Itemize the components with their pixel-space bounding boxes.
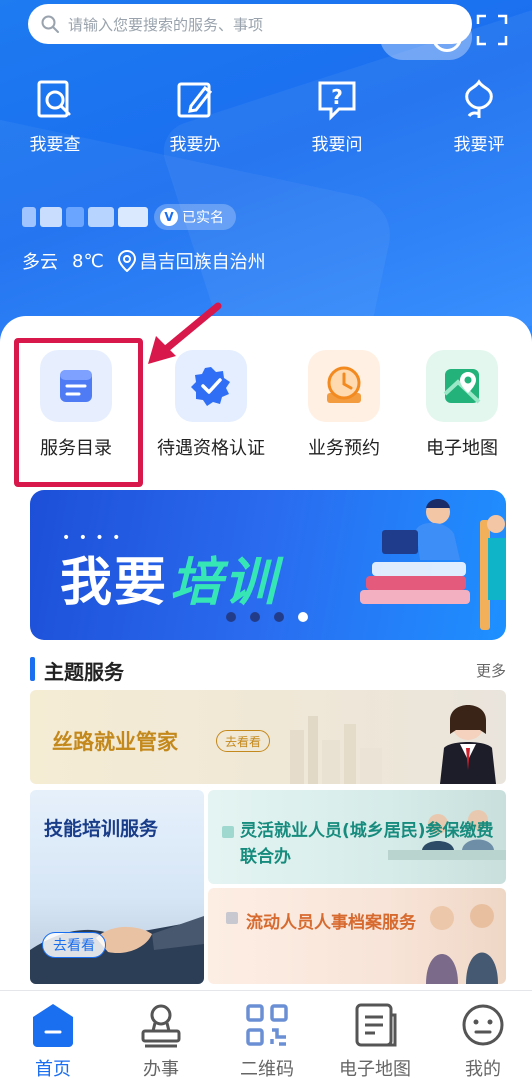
tab-mine[interactable]: 我的	[438, 1001, 528, 1081]
stamp-icon	[141, 1004, 181, 1048]
smile-icon	[462, 1004, 504, 1046]
theme-card-silk-road[interactable]: 丝路就业管家 去看看	[30, 690, 506, 784]
svg-text:?: ?	[331, 85, 343, 109]
banner-title-white: 我要	[60, 553, 169, 613]
bottom-tab-bar: 首页 办事 二维码 电子地图 我的	[0, 990, 532, 1090]
quick-action-ask[interactable]: ? 我要问	[292, 78, 382, 155]
verified-icon: V	[160, 208, 178, 226]
service-label: 电子地图	[426, 438, 498, 459]
search-placeholder: 请输入您要搜索的服务、事项	[68, 15, 264, 34]
flower-icon	[465, 79, 493, 118]
tab-services[interactable]: 办事	[116, 1001, 206, 1081]
clock-icon-box	[308, 350, 380, 422]
theme-card-title: 丝路就业管家	[52, 730, 178, 754]
section-accent-bar	[30, 657, 35, 681]
tab-qrcode[interactable]: 二维码	[222, 1001, 312, 1081]
clock-icon	[327, 366, 361, 403]
verified-badge: V 已实名	[154, 204, 236, 230]
more-link[interactable]: 更多	[476, 660, 506, 681]
question-icon: ?	[318, 81, 356, 121]
weather-info: 多云 8℃ 昌吉回族自治州	[22, 248, 266, 274]
edit-doc-icon	[177, 82, 213, 118]
pagination-dot[interactable]	[274, 612, 284, 622]
mini-program-capsule[interactable]	[380, 14, 472, 60]
quick-actions: 我要查 我要办 ? 我要问 我要评	[0, 78, 532, 158]
tab-label: 首页	[35, 1059, 71, 1080]
location-label: 昌吉回族自治州	[139, 252, 266, 273]
theme-card-title: 流动人员人事档案服务	[246, 913, 416, 933]
tab-label: 我的	[465, 1059, 501, 1080]
verified-label: 已实名	[182, 210, 224, 226]
layers-icon	[226, 912, 238, 924]
map-icon	[443, 369, 481, 404]
close-target-icon[interactable]	[432, 22, 462, 52]
service-label: 业务预约	[308, 438, 380, 459]
theme-card-flexible-employment[interactable]: 灵活就业人员(城乡居民)参保缴费联合办	[208, 790, 506, 884]
quick-action-handle[interactable]: 我要办	[150, 78, 240, 155]
pagination-dot[interactable]	[226, 612, 236, 622]
more-dot	[400, 34, 406, 40]
certify-icon	[191, 367, 230, 406]
training-banner[interactable]: • • • • 我要 培训	[30, 490, 506, 640]
quick-action-rate[interactable]: 我要评	[434, 78, 524, 155]
section-title: 主题服务	[44, 660, 124, 684]
location[interactable]: 昌吉回族自治州	[117, 248, 266, 274]
theme-section-header: 主题服务 更多	[30, 656, 506, 684]
quick-action-label: 我要查	[29, 135, 81, 155]
quick-action-label: 我要评	[453, 135, 505, 155]
search-icon	[41, 15, 59, 33]
tab-map[interactable]: 电子地图	[330, 1001, 420, 1081]
service-map[interactable]: 电子地图	[414, 350, 510, 460]
scan-icon[interactable]	[474, 12, 510, 48]
tab-label: 办事	[143, 1059, 179, 1080]
view-button[interactable]: 去看看	[42, 932, 106, 958]
banner-title-green: 培训	[170, 553, 279, 613]
highlight-box	[14, 338, 143, 487]
home-icon	[33, 1004, 73, 1047]
theme-card-title: 技能培训服务	[44, 818, 159, 840]
masked-user-name	[22, 207, 148, 227]
service-appointment[interactable]: 业务预约	[296, 350, 392, 460]
more-dot	[412, 34, 418, 40]
tab-label: 电子地图	[339, 1059, 411, 1080]
qrcode-icon	[246, 1004, 288, 1046]
theme-card-skill-training[interactable]: 技能培训服务 去看看	[30, 790, 204, 984]
quick-action-label: 我要办	[169, 135, 221, 155]
elderly-couple-illustration	[426, 904, 498, 984]
quick-action-label: 我要问	[311, 135, 363, 155]
quick-action-query[interactable]: 我要查	[10, 78, 100, 155]
weather-temperature: 8℃	[72, 250, 104, 272]
theme-card-title: 灵活就业人员(城乡居民)参保缴费联合办	[240, 821, 494, 867]
banner-illustration	[360, 499, 506, 630]
arrow-annotation-icon	[148, 302, 222, 364]
more-dot	[424, 34, 430, 40]
tab-home[interactable]: 首页	[8, 1001, 98, 1081]
view-button[interactable]: 去看看	[216, 730, 271, 752]
map-icon-box	[426, 350, 498, 422]
banner-pagination	[226, 612, 308, 622]
layers-icon	[222, 826, 234, 838]
location-pin-icon	[117, 250, 136, 272]
handshake-illustration	[30, 916, 204, 984]
search-doc-icon	[37, 80, 71, 118]
theme-card-floating-personnel[interactable]: 流动人员人事档案服务	[208, 888, 506, 984]
city-skyline-illustration	[290, 705, 496, 784]
document-map-icon	[355, 1003, 397, 1047]
user-info: V 已实名	[22, 204, 236, 230]
service-label: 待遇资格认证	[157, 438, 265, 459]
weather-condition: 多云	[22, 252, 58, 273]
tab-label: 二维码	[240, 1059, 294, 1080]
pagination-dot[interactable]	[250, 612, 260, 622]
pagination-dot[interactable]	[298, 612, 308, 622]
